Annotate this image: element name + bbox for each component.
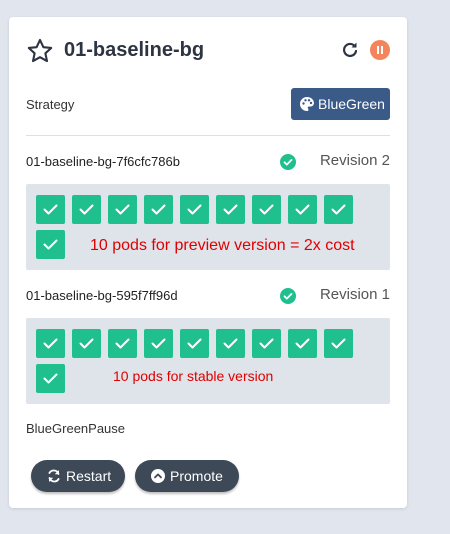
divider — [26, 135, 390, 136]
check-icon — [115, 338, 130, 349]
check-icon — [259, 204, 274, 215]
check-icon — [295, 338, 310, 349]
pod[interactable] — [180, 195, 209, 224]
check-icon — [223, 204, 238, 215]
pod[interactable] — [36, 329, 65, 358]
revision-row: 01-baseline-bg-595f7ff96d Revision 1 — [26, 284, 390, 308]
pod[interactable] — [144, 329, 173, 358]
check-icon — [295, 204, 310, 215]
restart-button[interactable]: Restart — [31, 460, 125, 492]
strategy-value: BlueGreen — [318, 96, 385, 112]
chevron-up-circle-icon — [151, 469, 165, 483]
revision-name: 01-baseline-bg-7f6cfc786b — [26, 154, 180, 169]
revision-name: 01-baseline-bg-595f7ff96d — [26, 288, 178, 303]
check-icon — [43, 239, 58, 250]
promote-label: Promote — [170, 468, 223, 484]
check-icon — [79, 204, 94, 215]
pause-condition: BlueGreenPause — [26, 421, 126, 436]
pod[interactable] — [252, 329, 281, 358]
revision-label: Revision 2 — [319, 152, 390, 169]
rollout-title: 01-baseline-bg — [64, 39, 205, 61]
pod-grid: 10 pods for preview version = 2x cost — [26, 184, 390, 270]
pod[interactable] — [288, 195, 317, 224]
check-icon — [43, 373, 58, 384]
pod[interactable] — [36, 195, 65, 224]
check-icon — [187, 338, 202, 349]
check-icon — [187, 204, 202, 215]
star-outline-icon[interactable] — [26, 37, 54, 65]
check-icon — [223, 338, 238, 349]
pause-icon[interactable] — [370, 40, 390, 60]
rollout-card: 01-baseline-bg Strategy BlueGreen 01-bas… — [9, 17, 407, 508]
rollout-header: 01-baseline-bg — [26, 37, 390, 67]
check-icon — [115, 204, 130, 215]
check-circle-icon — [280, 288, 296, 304]
check-icon — [331, 338, 346, 349]
refresh-icon[interactable] — [340, 40, 360, 60]
promote-button[interactable]: Promote — [135, 460, 239, 492]
pod[interactable] — [216, 195, 245, 224]
pod[interactable] — [36, 364, 65, 393]
pod[interactable] — [72, 329, 101, 358]
pod[interactable] — [108, 329, 137, 358]
check-icon — [43, 338, 58, 349]
pod[interactable] — [144, 195, 173, 224]
check-icon — [43, 204, 58, 215]
check-icon — [259, 338, 274, 349]
pod[interactable] — [108, 195, 137, 224]
strategy-label: Strategy — [26, 97, 75, 112]
strategy-row: Strategy BlueGreen — [26, 88, 390, 121]
restart-label: Restart — [66, 468, 112, 484]
check-icon — [331, 204, 346, 215]
pod[interactable] — [324, 195, 353, 224]
sync-icon — [48, 469, 60, 483]
pod[interactable] — [36, 230, 65, 259]
pod[interactable] — [72, 195, 101, 224]
check-circle-icon — [280, 154, 296, 170]
pod-grid: 10 pods for stable version — [26, 318, 390, 404]
annotation-note: 10 pods for stable version — [113, 368, 274, 384]
check-icon — [151, 204, 166, 215]
annotation-note: 10 pods for preview version = 2x cost — [90, 237, 355, 254]
pod[interactable] — [180, 329, 209, 358]
pod[interactable] — [216, 329, 245, 358]
check-icon — [151, 338, 166, 349]
strategy-badge: BlueGreen — [291, 88, 390, 120]
check-icon — [79, 338, 94, 349]
palette-icon — [300, 97, 315, 111]
pod[interactable] — [252, 195, 281, 224]
pod[interactable] — [324, 329, 353, 358]
pod[interactable] — [288, 329, 317, 358]
revision-label: Revision 1 — [319, 286, 390, 303]
revision-row: 01-baseline-bg-7f6cfc786b Revision 2 — [26, 150, 390, 174]
